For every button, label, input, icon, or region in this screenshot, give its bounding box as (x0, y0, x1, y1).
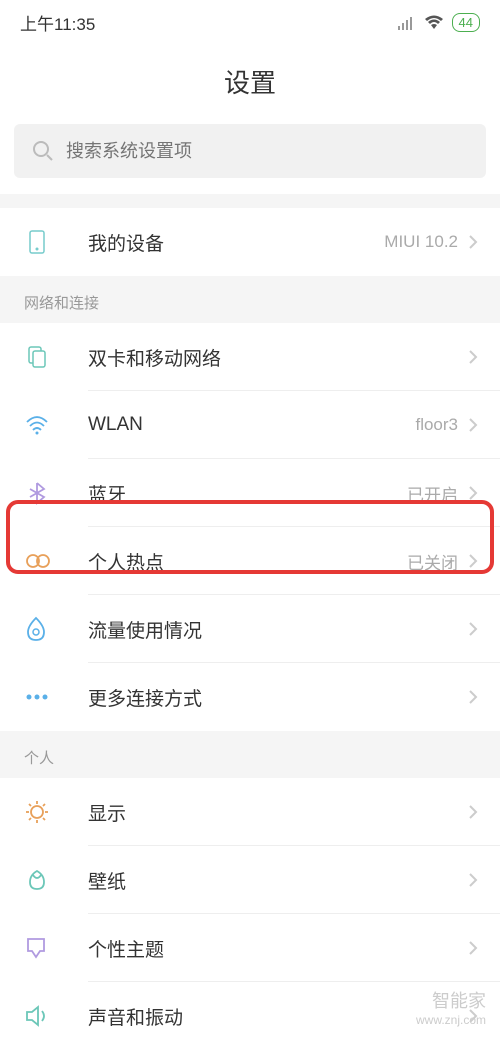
item-value: MIUI 10.2 (384, 232, 458, 252)
chevron-right-icon (468, 417, 478, 433)
chevron-right-icon (468, 349, 478, 365)
sim-icon (24, 344, 88, 370)
item-value: floor3 (415, 415, 458, 435)
item-label: 蓝牙 (88, 480, 407, 507)
page-header: 设置 (0, 45, 500, 124)
chevron-right-icon (468, 940, 478, 956)
item-label: WLAN (88, 414, 415, 436)
search-container (0, 124, 500, 194)
chevron-right-icon (468, 804, 478, 820)
bluetooth-item[interactable]: 蓝牙 已开启 (0, 459, 500, 527)
display-icon (24, 799, 88, 825)
status-time: 上午11:35 (20, 10, 95, 35)
sound-icon (24, 1004, 88, 1028)
hotspot-icon (24, 551, 88, 571)
sim-item[interactable]: 双卡和移动网络 (0, 323, 500, 391)
theme-icon (24, 935, 88, 961)
search-box[interactable] (14, 124, 486, 178)
chevron-right-icon (468, 485, 478, 501)
chevron-right-icon (468, 234, 478, 250)
item-label: 我的设备 (88, 229, 384, 256)
more-icon (24, 693, 88, 701)
wallpaper-item[interactable]: 壁纸 (0, 846, 500, 914)
personal-section-title: 个人 (0, 731, 500, 778)
signal-icon (398, 16, 416, 30)
item-label: 声音和振动 (88, 1003, 468, 1030)
chevron-right-icon (468, 689, 478, 705)
item-label: 个性主题 (88, 935, 468, 962)
search-icon (32, 140, 54, 162)
battery-indicator: 44 (452, 13, 480, 32)
network-list: 双卡和移动网络 WLAN floor3 蓝牙 已开启 个人热点 已关闭 流量使用… (0, 323, 500, 731)
wlan-item[interactable]: WLAN floor3 (0, 391, 500, 459)
item-label: 更多连接方式 (88, 684, 468, 711)
item-label: 个人热点 (88, 548, 407, 575)
status-right: 44 (398, 13, 480, 32)
theme-item[interactable]: 个性主题 (0, 914, 500, 982)
item-value: 已开启 (407, 481, 458, 506)
wifi-icon (24, 414, 88, 436)
device-section: 我的设备 MIUI 10.2 (0, 208, 500, 276)
item-label: 双卡和移动网络 (88, 344, 468, 371)
chevron-right-icon (468, 621, 478, 637)
chevron-right-icon (468, 872, 478, 888)
item-label: 流量使用情况 (88, 616, 468, 643)
item-label: 显示 (88, 799, 468, 826)
bluetooth-icon (24, 480, 88, 506)
chevron-right-icon (468, 553, 478, 569)
wifi-status-icon (424, 15, 444, 31)
data-usage-icon (24, 616, 88, 642)
hotspot-item[interactable]: 个人热点 已关闭 (0, 527, 500, 595)
page-title: 设置 (0, 63, 500, 100)
network-section-title: 网络和连接 (0, 276, 500, 323)
my-device-item[interactable]: 我的设备 MIUI 10.2 (0, 208, 500, 276)
data-usage-item[interactable]: 流量使用情况 (0, 595, 500, 663)
item-value: 已关闭 (407, 549, 458, 574)
wallpaper-icon (24, 867, 88, 893)
display-item[interactable]: 显示 (0, 778, 500, 846)
watermark: 智能家 www.znj.com (416, 991, 486, 1027)
item-label: 壁纸 (88, 867, 468, 894)
more-connections-item[interactable]: 更多连接方式 (0, 663, 500, 731)
search-input[interactable] (66, 141, 468, 162)
device-icon (24, 229, 88, 255)
status-bar: 上午11:35 44 (0, 0, 500, 45)
